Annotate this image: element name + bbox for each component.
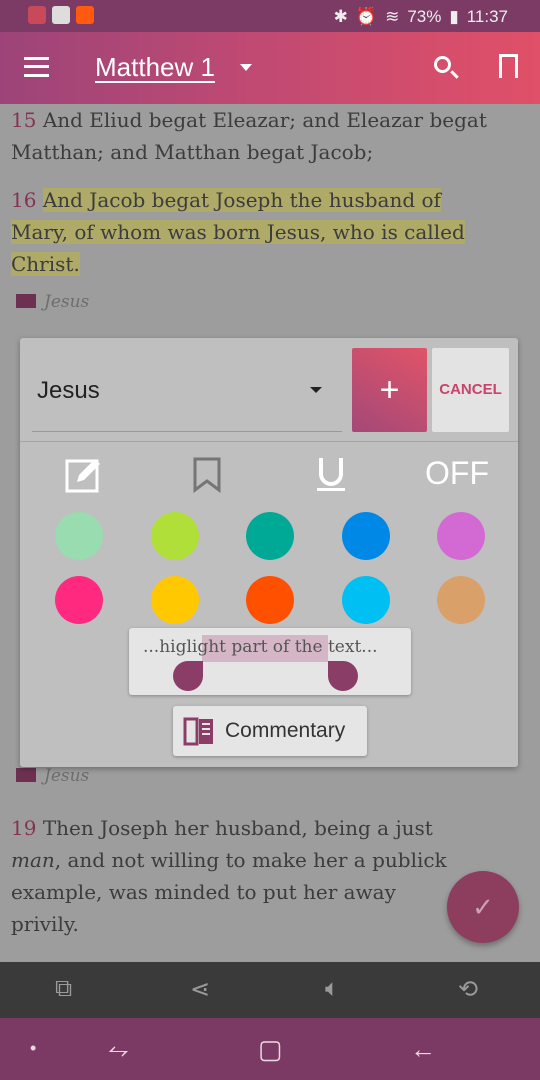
color-swatch[interactable] <box>55 512 103 560</box>
chevron-down-icon[interactable] <box>240 64 252 77</box>
verse-text: Then Joseph her husband, being a just <box>42 816 433 840</box>
color-swatch[interactable] <box>437 576 485 624</box>
image-notification-icon <box>52 6 70 24</box>
verse-15[interactable]: 15 And Eliud begat Eleazar; and Eleazar … <box>11 104 511 168</box>
battery-icon: ▮ <box>449 7 459 26</box>
nav-dot-icon[interactable]: • <box>30 1038 36 1059</box>
folder-icon <box>16 768 36 782</box>
selection-start-handle[interactable] <box>173 661 203 691</box>
tag-select-value: Jesus <box>37 377 100 404</box>
app-notification-icon <box>28 6 46 24</box>
verse-tag[interactable]: Jesus <box>16 286 89 318</box>
highlight-preview: ...higlight part of the text... <box>129 628 411 695</box>
verse-text: And Jacob begat Joseph the husband of Ma… <box>11 188 465 276</box>
tag-label: Jesus <box>44 766 90 786</box>
color-swatch[interactable] <box>341 512 390 560</box>
add-tag-button[interactable]: + <box>352 348 427 432</box>
verse-number: 15 <box>11 108 37 132</box>
cancel-button[interactable]: CANCEL <box>432 348 509 432</box>
app-bar: Matthew 1 <box>0 32 540 104</box>
recents-icon[interactable]: ⥊ <box>108 1034 129 1066</box>
divider <box>20 441 518 442</box>
bluetooth-icon: ✱ <box>333 7 348 26</box>
alarm-icon: ⏰ <box>355 7 378 26</box>
app-notification-icon <box>76 6 94 24</box>
share-icon[interactable]: ⋖ <box>190 975 210 1004</box>
volume-icon[interactable]: 🔈︎ <box>325 975 339 1003</box>
replay-icon[interactable]: ⟲ <box>458 975 478 1004</box>
battery-percent: 73% <box>407 7 442 26</box>
color-swatch[interactable] <box>437 512 485 560</box>
verse-number: 19 <box>11 816 37 840</box>
color-swatch[interactable] <box>246 576 294 624</box>
edit-note-icon[interactable] <box>65 456 103 494</box>
book-icon <box>183 717 213 746</box>
preview-text: ...higlight part of the text... <box>143 637 378 657</box>
underline-icon[interactable] <box>316 456 348 494</box>
clock: 11:37 <box>466 7 508 26</box>
copy-icon[interactable]: ⧉ <box>55 975 72 1003</box>
color-swatch[interactable] <box>150 512 199 560</box>
tag-select[interactable]: Jesus <box>32 358 342 432</box>
status-bar: ✱ ⏰ ≋ 73% ▮ 11:37 <box>0 0 540 32</box>
verse-text: , and not willing to make her a publick … <box>11 848 447 936</box>
chapter-selector[interactable]: Matthew 1 <box>95 52 215 83</box>
search-icon[interactable] <box>434 56 451 73</box>
bottom-toolbar: ⧉ ⋖ 🔈︎ ⟲ <box>0 962 540 1018</box>
commentary-label: Commentary <box>225 719 346 742</box>
verse-16[interactable]: 16 And Jacob begat Joseph the husband of… <box>11 184 501 280</box>
verse-text: And Eliud begat Eleazar; and Eleazar beg… <box>11 108 487 164</box>
verse-text-italic: man <box>11 848 55 872</box>
color-swatch[interactable] <box>55 576 103 624</box>
highlight-off-toggle[interactable]: OFF <box>425 455 489 492</box>
tag-label: Jesus <box>44 292 90 312</box>
highlight-dialog: Jesus + CANCEL OFF ...higlight part of t… <box>20 338 518 767</box>
check-icon: ✓ <box>472 892 494 922</box>
menu-icon[interactable] <box>24 57 49 77</box>
verse-number: 16 <box>11 188 37 212</box>
wifi-icon: ≋ <box>385 7 400 26</box>
bookmark-icon[interactable] <box>499 54 518 78</box>
selection-end-handle[interactable] <box>328 661 358 691</box>
color-swatch[interactable] <box>246 512 294 560</box>
color-swatch[interactable] <box>341 576 390 624</box>
verse-19[interactable]: 19 Then Joseph her husband, being a just… <box>11 812 451 940</box>
confirm-fab[interactable]: ✓ <box>447 871 519 943</box>
back-icon[interactable]: ← <box>410 1034 436 1065</box>
dropdown-arrow-icon <box>310 387 322 399</box>
color-swatch[interactable] <box>150 576 199 624</box>
folder-icon <box>16 294 36 308</box>
commentary-button[interactable]: Commentary <box>173 706 367 756</box>
system-nav-bar: • ⥊ ▢ ← <box>0 1018 540 1080</box>
bookmark-icon[interactable] <box>192 456 224 494</box>
home-icon[interactable]: ▢ <box>258 1034 283 1065</box>
